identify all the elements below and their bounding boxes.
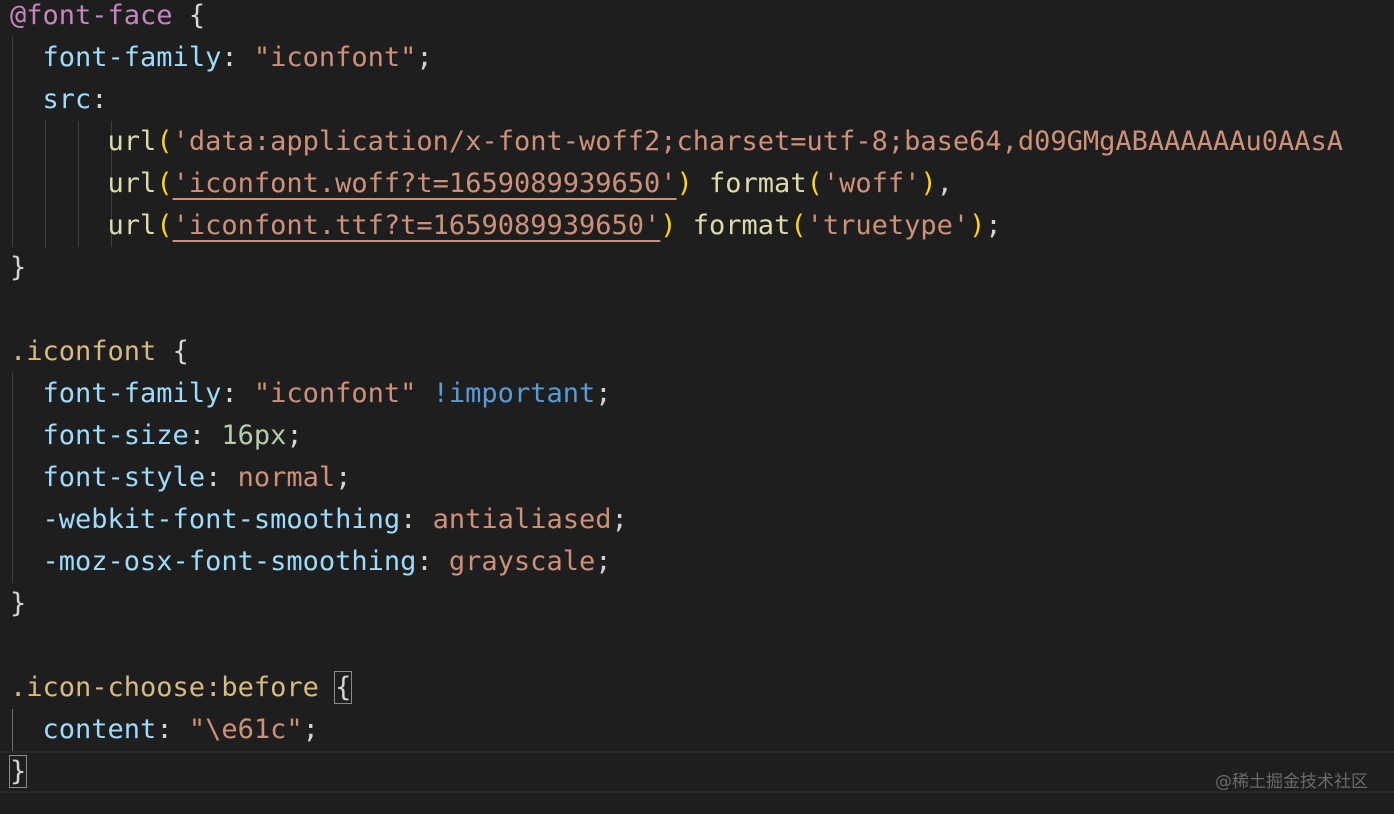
colon: : [91, 84, 108, 115]
css-property: src [42, 84, 92, 115]
colon: : [221, 42, 254, 73]
close-brace: } [10, 588, 27, 619]
code-editor[interactable]: @font-face { font-family: "iconfont"; sr… [0, 0, 1394, 814]
function-format: format [676, 210, 791, 241]
string-value: "\e61c" [188, 714, 303, 745]
paren: ( [156, 168, 173, 199]
function-url: url [107, 126, 157, 157]
paren: ( [156, 210, 173, 241]
code-line-19: } [8, 751, 28, 793]
semicolon: ; [595, 378, 612, 409]
code-line-2: font-family: "iconfont"; [10, 37, 433, 79]
code-line-12: font-style: normal; [10, 457, 352, 499]
semicolon: ; [416, 42, 433, 73]
css-property: -webkit-font-smoothing [42, 504, 401, 535]
paren: ( [156, 126, 173, 157]
code-line-10: font-family: "iconfont" !important; [10, 373, 612, 415]
function-format: format [692, 168, 807, 199]
css-selector: .icon-choose:before [10, 672, 319, 703]
semicolon: ; [335, 462, 352, 493]
code-line-14: -moz-osx-font-smoothing: grayscale; [10, 541, 612, 583]
close-brace: } [10, 252, 27, 283]
colon: : [400, 504, 433, 535]
close-brace-matched: } [8, 755, 28, 788]
file-link[interactable]: 'iconfont.ttf?t=1659089939650' [173, 210, 661, 241]
code-line-7: } [10, 247, 26, 289]
paren: ( [806, 168, 823, 199]
keyword-value: antialiased [432, 504, 612, 535]
css-property: font-size [42, 420, 189, 451]
colon: : [221, 378, 254, 409]
css-selector: .iconfont [10, 336, 157, 367]
semicolon: ; [595, 546, 612, 577]
code-line-11: font-size: 16px; [10, 415, 303, 457]
css-property: content [42, 714, 157, 745]
css-property: font-style [42, 462, 206, 493]
current-line-highlight [0, 751, 1394, 793]
string-value: "iconfont" [253, 378, 417, 409]
string-value: 'data:application/x-font-woff2;charset=u… [172, 126, 1343, 157]
css-property: font-family [42, 42, 222, 73]
colon: : [156, 714, 189, 745]
paren: ( [790, 210, 807, 241]
code-line-15: } [10, 583, 26, 625]
code-line-6: url('iconfont.ttf?t=1659089939650') form… [10, 205, 1002, 247]
paren: ) [676, 168, 693, 199]
code-line-3: src: [10, 79, 108, 121]
css-property: font-family [42, 378, 222, 409]
code-line-18: content: "\e61c"; [10, 709, 319, 751]
code-line-13: -webkit-font-smoothing: antialiased; [10, 499, 628, 541]
paren: ) [660, 210, 677, 241]
file-link[interactable]: 'iconfont.woff?t=1659089939650' [173, 168, 677, 199]
string-value: 'woff' [822, 168, 921, 199]
colon: : [416, 546, 449, 577]
colon: : [205, 462, 238, 493]
keyword-value: grayscale [448, 546, 596, 577]
keyword-value: normal [237, 462, 336, 493]
open-brace: { [172, 0, 206, 31]
comma: , [936, 168, 953, 199]
open-brace-matched: { [334, 671, 353, 704]
code-line-9: .iconfont { [10, 331, 189, 373]
important-keyword: !important [416, 378, 596, 409]
css-property: -moz-osx-font-smoothing [42, 546, 417, 577]
open-brace: { [156, 336, 189, 367]
string-value: "iconfont" [253, 42, 417, 73]
paren: ) [969, 210, 986, 241]
function-url: url [107, 168, 157, 199]
code-line-4: url('data:application/x-font-woff2;chars… [10, 121, 1343, 163]
code-line-5: url('iconfont.woff?t=1659089939650') for… [10, 163, 953, 205]
colon: : [188, 420, 222, 451]
string-value: 'truetype' [806, 210, 970, 241]
semicolon: ; [286, 420, 303, 451]
at-rule: @font-face [10, 0, 173, 31]
semicolon: ; [611, 504, 628, 535]
code-line-17: .icon-choose:before { [10, 667, 353, 709]
number-value: 16px [221, 420, 287, 451]
semicolon: ; [302, 714, 319, 745]
watermark-text: @稀土掘金技术社区 [1215, 772, 1368, 792]
semicolon: ; [985, 210, 1002, 241]
code-line-1: @font-face { [10, 0, 205, 37]
function-url: url [107, 210, 157, 241]
paren: ) [920, 168, 937, 199]
